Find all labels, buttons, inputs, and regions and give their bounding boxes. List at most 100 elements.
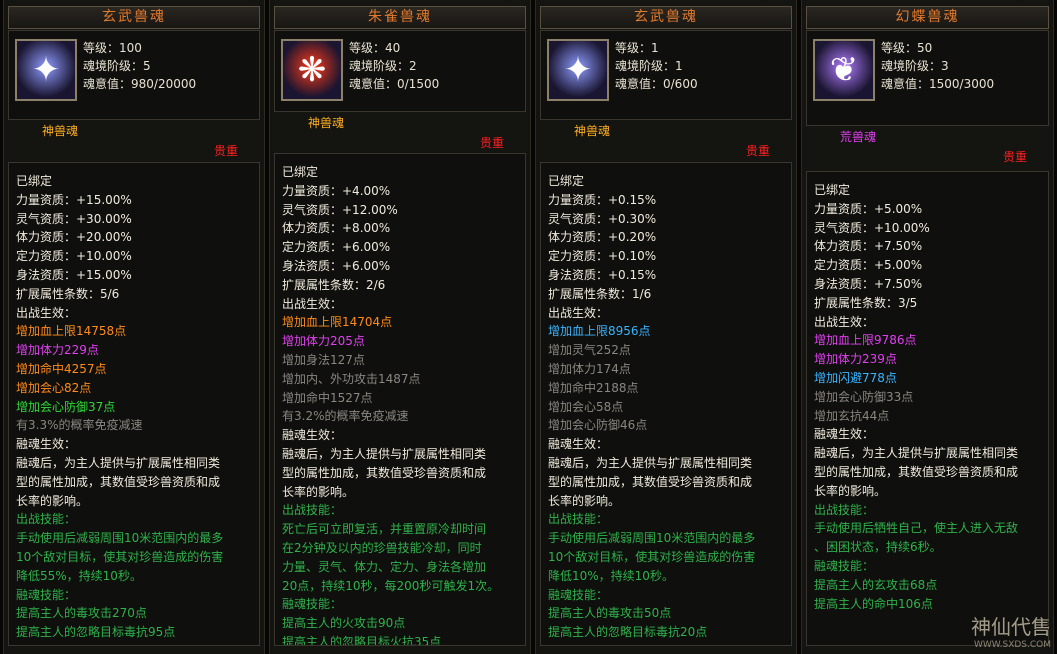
attribute-line: 型的属性加成，其数值受珍兽资质和成 <box>548 474 753 489</box>
attribute-line: 融魂后，为主人提供与扩展属性相同类 <box>282 446 487 461</box>
attribute-line: 融魂生效： <box>548 437 609 452</box>
attribute-line: 出战生效： <box>814 314 875 329</box>
attribute-line: 身法资质：+0.15% <box>548 267 657 282</box>
attribute-line: 融魂后，为主人提供与扩展属性相同类 <box>548 455 753 470</box>
attribute-line: 手动使用后减弱周围10米范围内的最多 <box>548 531 756 546</box>
attribute-line: 手动使用后牺牲自己，使主人进入无敌 <box>814 521 1019 536</box>
card-header-panel: ✦ 等级：100 魂境阶级：5 魂意值：980/20000 <box>8 30 260 120</box>
soul-type-label: 神兽魂 <box>42 124 79 138</box>
card-title: 幻蝶兽魂 <box>806 6 1049 29</box>
attribute-line: 增加身法127点 <box>282 352 365 367</box>
attribute-line: 增加血上限14704点 <box>282 315 393 330</box>
attribute-line: 长率的影响。 <box>16 493 89 508</box>
attribute-line: 型的属性加成，其数值受珍兽资质和成 <box>814 464 1019 479</box>
attribute-line: 身法资质：+6.00% <box>282 258 391 273</box>
attribute-line: 融魂后，为主人提供与扩展属性相同类 <box>16 455 221 470</box>
attribute-line: 体力资质：+0.20% <box>548 230 657 245</box>
attribute-line: 定力资质：+10.00% <box>16 249 132 264</box>
soul-type-label: 神兽魂 <box>574 124 611 138</box>
attribute-line: 灵气资质：+12.00% <box>282 202 398 217</box>
level-stat: 等级：100 <box>83 41 142 55</box>
soul-type-label: 荒兽魂 <box>840 130 877 144</box>
soul-value-stat: 魂意值：1500/3000 <box>881 77 995 91</box>
level-stat: 等级：1 <box>615 41 659 55</box>
attribute-line: 融魂技能： <box>16 587 77 602</box>
level-stat: 等级：50 <box>881 41 933 55</box>
attribute-line: 死亡后可立即复活，并重置原冷却时间 <box>282 522 487 537</box>
attribute-line: 已绑定 <box>814 183 851 197</box>
attribute-line: 出战技能： <box>548 512 609 527</box>
attribute-line: 增加会心防御46点 <box>548 418 648 433</box>
beast-soul-card: 幻蝶兽魂 ❦ 等级：50 魂境阶级：3 魂意值：1500/3000 荒兽魂 贵重 已绑定 力量资… <box>801 0 1054 654</box>
beast-soul-card: 朱雀兽魂 ❋ 等级：40 魂境阶级：2 魂意值：0/1500 神兽魂 贵重 已绑定 力量资质：+… <box>269 0 531 654</box>
attribute-line: 体力资质：+20.00% <box>16 230 132 245</box>
attribute-line: 已绑定 <box>282 165 319 179</box>
white-tortoise-beast-icon[interactable]: ✦ <box>15 39 77 101</box>
attribute-line: 在2分钟及以内的珍兽技能冷却，同时 <box>282 540 482 555</box>
attribute-line: 增加会心82点 <box>16 380 92 395</box>
attribute-line: 扩展属性条数：5/6 <box>16 286 120 301</box>
attribute-line: 增加内、外功攻击1487点 <box>282 371 421 386</box>
attribute-line: 增加体力239点 <box>814 352 897 367</box>
attribute-line: 身法资质：+15.00% <box>16 267 132 282</box>
icon-glyph: ❦ <box>829 50 859 90</box>
attribute-line: 增加会心58点 <box>548 399 624 414</box>
attribute-line: 提高主人的忽略目标毒抗95点 <box>16 625 176 640</box>
card-title: 朱雀兽魂 <box>274 6 526 29</box>
stats-block: 等级：50 魂境阶级：3 魂意值：1500/3000 <box>881 39 994 93</box>
attribute-line: 提高主人的玄攻击68点 <box>814 577 938 592</box>
vermilion-bird-beast-icon[interactable]: ❋ <box>281 39 343 101</box>
beast-soul-card: 玄武兽魂 ✦ 等级：1 魂境阶级：1 魂意值：0/600 神兽魂 贵重 已绑定 力量资质：+0.… <box>535 0 797 654</box>
attribute-line: 力量资质：+15.00% <box>16 192 132 207</box>
attribute-line: 增加体力205点 <box>282 334 365 349</box>
attribute-line: 型的属性加成，其数值受珍兽资质和成 <box>16 474 221 489</box>
attribute-line: 灵气资质：+10.00% <box>814 220 930 235</box>
icon-glyph: ✦ <box>31 50 61 90</box>
attribute-line: 20点，持续10秒，每200秒可触发1次。 <box>282 578 500 593</box>
soul-value-stat: 魂意值：0/600 <box>615 77 698 91</box>
attribute-line: 提高主人的毒攻击270点 <box>16 606 147 621</box>
white-tortoise-beast-icon[interactable]: ✦ <box>547 39 609 101</box>
attribute-line: 增加命中1527点 <box>282 390 373 405</box>
attribute-line: 有3.3%的概率免疫减速 <box>16 418 143 433</box>
attribute-line: 融魂技能： <box>814 558 875 573</box>
card-header-panel: ❋ 等级：40 魂境阶级：2 魂意值：0/1500 <box>274 30 526 112</box>
attribute-line: 增加体力229点 <box>16 343 99 358</box>
attributes-panel: 已绑定 力量资质：+5.00% 灵气资质：+10.00% 体力资质：+7.50% 定力资… <box>806 171 1049 646</box>
attribute-line: 体力资质：+8.00% <box>282 221 391 236</box>
attribute-line: 出战生效： <box>16 305 77 320</box>
attribute-line: 增加体力174点 <box>548 361 631 376</box>
attribute-line: 增加命中4257点 <box>16 361 107 376</box>
attribute-line: 增加血上限9786点 <box>814 333 917 348</box>
attribute-line: 身法资质：+7.50% <box>814 276 923 291</box>
attribute-line: 力量资质：+4.00% <box>282 183 391 198</box>
attribute-line: 融魂生效： <box>282 428 343 443</box>
phantom-butterfly-beast-icon[interactable]: ❦ <box>813 39 875 101</box>
realm-stage-stat: 魂境阶级：5 <box>83 59 151 73</box>
attribute-line: 增加血上限8956点 <box>548 324 651 339</box>
attributes-panel: 已绑定力量资质：+4.00% 灵气资质：+12.00% 体力资质：+8.00% 定力资… <box>274 153 526 646</box>
attribute-line: 增加命中2188点 <box>548 380 639 395</box>
attribute-line: 定力资质：+5.00% <box>814 258 923 273</box>
attribute-line: 出战技能： <box>16 512 77 527</box>
realm-stage-stat: 魂境阶级：2 <box>349 59 417 73</box>
attribute-line: 灵气资质：+0.30% <box>548 211 657 226</box>
attribute-line: 增加血上限14758点 <box>16 324 127 339</box>
soul-type-label: 神兽魂 <box>308 116 345 130</box>
card-header-panel: ❦ 等级：50 魂境阶级：3 魂意值：1500/3000 <box>806 30 1049 126</box>
attribute-line: 定力资质：+6.00% <box>282 240 391 255</box>
attribute-line: 增加会心防御37点 <box>16 399 116 414</box>
attribute-line: 提高主人的火攻击90点 <box>282 616 406 631</box>
stats-block: 等级：40 魂境阶级：2 魂意值：0/1500 <box>349 39 439 93</box>
attributes-panel: 已绑定 力量资质：+0.15% 灵气资质：+0.30% 体力资质：+0.20% 定力资质… <box>540 162 792 646</box>
attribute-line: 提高主人的忽略目标火抗35点 <box>282 634 442 646</box>
attribute-line: 扩展属性条数：3/5 <box>814 295 918 310</box>
attribute-line: 增加玄抗44点 <box>814 408 890 423</box>
attribute-line: 降低10%，持续10秒。 <box>548 568 674 583</box>
attribute-line: 出战生效： <box>282 296 343 311</box>
attribute-line: 已绑定 <box>548 174 585 188</box>
beast-soul-card: 玄武兽魂 ✦ 等级：100 魂境阶级：5 魂意值：980/20000 神兽魂 贵重 已绑定 力量… <box>3 0 265 654</box>
attribute-line: 力量资质：+0.15% <box>548 192 657 207</box>
level-stat: 等级：40 <box>349 41 401 55</box>
attribute-line: 提高主人的毒攻击50点 <box>548 606 672 621</box>
